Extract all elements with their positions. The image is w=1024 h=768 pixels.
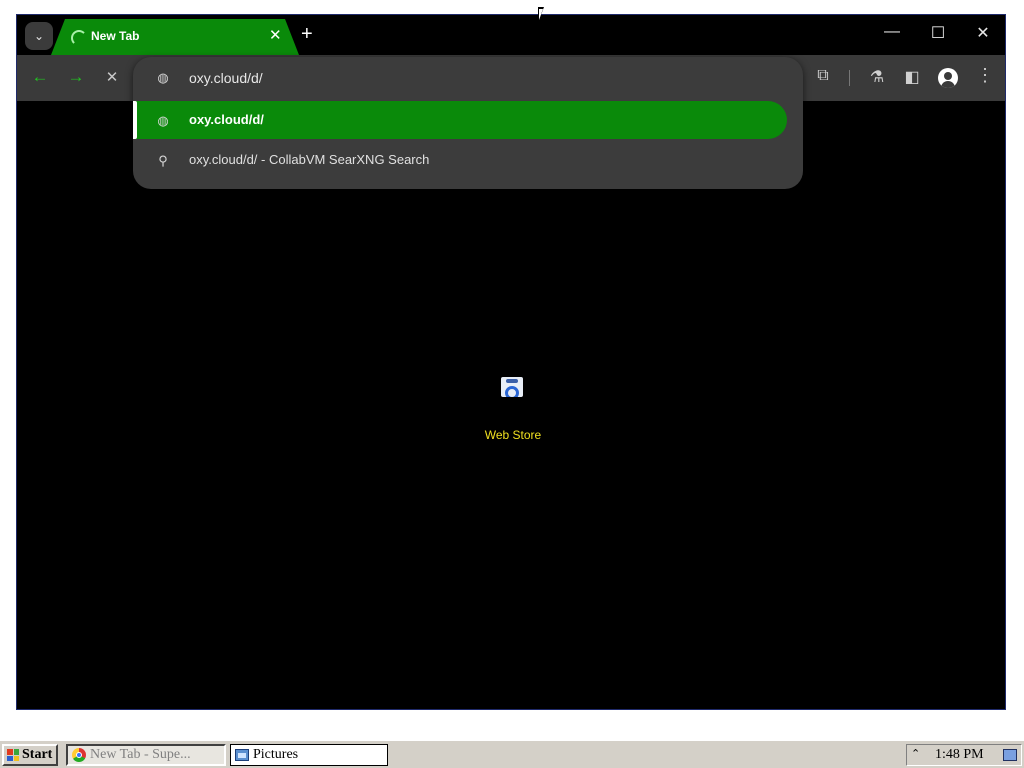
clock[interactable]: 1:48 PM [935, 747, 984, 763]
profile-icon[interactable] [938, 68, 958, 88]
address-bar-input[interactable]: ◍ oxy.cloud/d/ [133, 57, 803, 97]
omnibox-suggestion[interactable]: ⚲ oxy.cloud/d/ - CollabVM SearXNG Search [133, 141, 787, 179]
suggestion-text: oxy.cloud/d/ - CollabVM SearXNG Search [189, 152, 430, 167]
tab-title: New Tab [91, 29, 140, 43]
taskbar-button-pictures[interactable]: Pictures [230, 744, 388, 766]
start-label: Start [22, 747, 53, 762]
labs-icon[interactable]: ⚗ [866, 67, 888, 87]
address-bar-value: oxy.cloud/d/ [189, 70, 263, 86]
taskbar-button-label: Pictures [253, 747, 299, 762]
minimize-button[interactable]: — [877, 23, 907, 41]
network-icon[interactable] [1003, 749, 1017, 761]
omnibox-suggestion[interactable]: ◍ oxy.cloud/d/ [133, 101, 787, 139]
taskbar-button-browser[interactable]: New Tab - Supe... [66, 744, 226, 766]
loading-spinner-icon [71, 30, 87, 46]
title-bar: ⌄ New Tab ✕ + — ☐ ✕ [17, 15, 1005, 55]
extensions-icon[interactable]: ⧉ [812, 67, 834, 85]
maximize-button[interactable]: ☐ [923, 23, 953, 43]
system-tray: ⌃ 1:48 PM [906, 744, 1022, 766]
menu-icon[interactable]: ⋮ [974, 65, 996, 86]
browser-window: ⌄ New Tab ✕ + — ☐ ✕ ← → ✕ ⧉ ⚗ ◧ ⋮ ◍ oxy.… [16, 14, 1006, 710]
tab-new-tab[interactable]: New Tab ✕ [51, 19, 299, 55]
mouse-cursor-icon [538, 7, 550, 23]
taskbar: Start New Tab - Supe... Pictures ⌃ 1:48 … [0, 740, 1024, 768]
folder-icon [235, 749, 249, 761]
omnibox-dropdown: ◍ oxy.cloud/d/ ◍ oxy.cloud/d/ ⚲ oxy.clou… [133, 57, 803, 189]
globe-icon: ◍ [157, 70, 169, 85]
chrome-icon [72, 748, 86, 762]
stop-loading-button[interactable]: ✕ [101, 68, 123, 86]
web-store-icon[interactable] [501, 377, 523, 397]
back-button[interactable]: ← [29, 67, 51, 87]
start-button[interactable]: Start [2, 744, 58, 766]
suggestion-text: oxy.cloud/d/ [189, 112, 264, 127]
tab-search-button[interactable]: ⌄ [25, 22, 53, 50]
side-panel-icon[interactable]: ◧ [901, 67, 923, 87]
tray-expand-icon[interactable]: ⌃ [911, 747, 920, 760]
search-icon: ⚲ [158, 153, 168, 168]
windows-logo-icon [7, 749, 19, 761]
web-store-shortcut-label[interactable]: Web Store [463, 428, 563, 442]
forward-button[interactable]: → [65, 67, 87, 87]
chevron-down-icon: ⌄ [33, 29, 45, 43]
tab-close-icon[interactable]: ✕ [269, 26, 282, 44]
new-tab-button[interactable]: + [301, 23, 313, 45]
globe-icon: ◍ [157, 113, 169, 128]
toolbar-divider [849, 70, 850, 86]
taskbar-button-label: New Tab - Supe... [90, 747, 191, 762]
close-window-button[interactable]: ✕ [968, 23, 998, 43]
